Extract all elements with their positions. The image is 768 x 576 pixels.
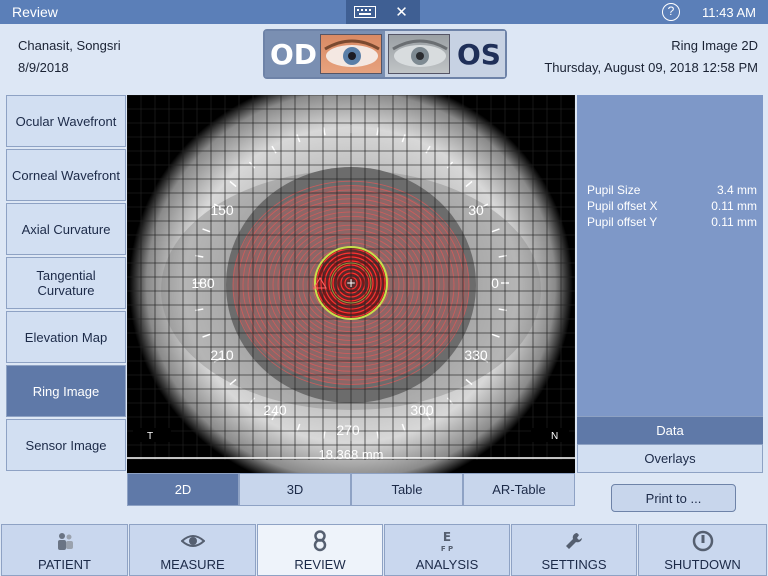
od-eye-thumbnail	[320, 34, 382, 74]
close-icon[interactable]: ✕	[383, 0, 420, 24]
od-button[interactable]: OD	[265, 31, 385, 77]
view-mode-tabs: 2D 3D Table AR-Table	[127, 473, 575, 506]
nav-patient-button[interactable]: PATIENT	[1, 524, 128, 576]
patient-name: Chanasit, Songsri	[18, 38, 121, 53]
nav-review-label: REVIEW	[294, 557, 346, 572]
od-label: OD	[270, 38, 318, 71]
patient-date: 8/9/2018	[18, 60, 69, 75]
help-icon[interactable]: ?	[662, 3, 680, 21]
metric-pupil-offset-y: Pupil offset Y 0.11 mm	[587, 215, 757, 231]
nav-shutdown-label: SHUTDOWN	[664, 557, 741, 572]
angle-label-150: 150	[210, 202, 234, 218]
nav-axial-curvature[interactable]: Axial Curvature	[6, 203, 126, 255]
svg-text:E: E	[443, 530, 451, 544]
clock: 11:43 AM	[702, 5, 756, 20]
svg-text:F P: F P	[441, 545, 453, 552]
angle-label-0: 0	[491, 275, 499, 291]
nav-analysis-button[interactable]: EF P ANALYSIS	[384, 524, 510, 576]
nav-sensor-image[interactable]: Sensor Image	[6, 419, 126, 471]
metric-pupil-size: Pupil Size 3.4 mm	[587, 183, 757, 199]
view-name: Ring Image 2D	[671, 38, 758, 53]
scale-label: 18.368 mm	[318, 447, 383, 462]
tab-overlays[interactable]: Overlays	[577, 444, 763, 473]
nav-settings-label: SETTINGS	[541, 557, 607, 572]
angle-label-30: 30	[468, 202, 484, 218]
nav-tangential-curvature[interactable]: Tangential Curvature	[6, 257, 126, 309]
metrics-list: Pupil Size 3.4 mm Pupil offset X 0.11 mm…	[587, 183, 757, 231]
angle-label-180: 180	[191, 275, 215, 291]
nav-ring-image[interactable]: Ring Image	[6, 365, 126, 417]
ring-image-view[interactable]: + 0 30 150 180 210 240 270 300 330 T N 1…	[127, 95, 575, 473]
window-title: Review	[12, 4, 58, 20]
eye-icon	[180, 530, 205, 552]
metric-value: 0.11 mm	[711, 199, 757, 213]
main-navigation: PATIENT MEASURE REVIEW EF P ANALYSIS SET…	[0, 524, 768, 576]
os-eye-thumbnail	[388, 34, 450, 74]
os-button[interactable]: OS	[385, 31, 505, 77]
angle-label-240: 240	[263, 402, 287, 418]
nav-review-button[interactable]: REVIEW	[257, 524, 383, 576]
metric-label: Pupil Size	[587, 183, 641, 197]
nav-corneal-wavefront[interactable]: Corneal Wavefront	[6, 149, 126, 201]
nav-measure-button[interactable]: MEASURE	[129, 524, 256, 576]
tab-data[interactable]: Data	[577, 416, 763, 444]
tab-table[interactable]: Table	[351, 473, 463, 506]
title-bar: Review ✕ ? 11:43 AM	[0, 0, 768, 24]
eye-chart-icon: EF P	[435, 530, 459, 552]
tab-ar-table[interactable]: AR-Table	[463, 473, 575, 506]
map-type-menu: Ocular Wavefront Corneal Wavefront Axial…	[6, 95, 126, 473]
wrench-icon	[562, 530, 586, 552]
nav-measure-label: MEASURE	[160, 557, 225, 572]
nav-analysis-label: ANALYSIS	[415, 557, 479, 572]
metric-value: 3.4 mm	[716, 183, 757, 197]
angle-label-330: 330	[464, 347, 488, 363]
metric-label: Pupil offset Y	[587, 215, 658, 229]
center-cross-icon: +	[346, 276, 356, 290]
nasal-marker: N	[551, 431, 558, 442]
metric-label: Pupil offset X	[587, 199, 658, 213]
tab-3d[interactable]: 3D	[239, 473, 351, 506]
nav-ocular-wavefront[interactable]: Ocular Wavefront	[6, 95, 126, 147]
review-icon	[308, 530, 332, 552]
nav-shutdown-button[interactable]: SHUTDOWN	[638, 524, 767, 576]
keyboard-icon[interactable]	[346, 0, 383, 24]
angle-label-270: 270	[336, 422, 360, 438]
print-button[interactable]: Print to ...	[611, 484, 736, 512]
metric-pupil-offset-x: Pupil offset X 0.11 mm	[587, 199, 757, 215]
nav-settings-button[interactable]: SETTINGS	[511, 524, 637, 576]
power-icon	[691, 530, 715, 552]
eye-selector: OD OS	[263, 29, 507, 79]
metric-value: 0.11 mm	[711, 215, 757, 229]
angle-label-300: 300	[410, 402, 434, 418]
temporal-marker: T	[147, 431, 153, 442]
data-panel: Pupil Size 3.4 mm Pupil offset X 0.11 mm…	[577, 95, 763, 473]
keyboard-close-group: ✕	[346, 0, 420, 24]
tab-2d[interactable]: 2D	[127, 473, 239, 506]
nav-patient-label: PATIENT	[38, 557, 91, 572]
patient-icon	[53, 530, 77, 552]
nav-elevation-map[interactable]: Elevation Map	[6, 311, 126, 363]
os-label: OS	[457, 38, 501, 71]
angle-label-210: 210	[210, 347, 234, 363]
exam-datetime: Thursday, August 09, 2018 12:58 PM	[544, 60, 758, 75]
